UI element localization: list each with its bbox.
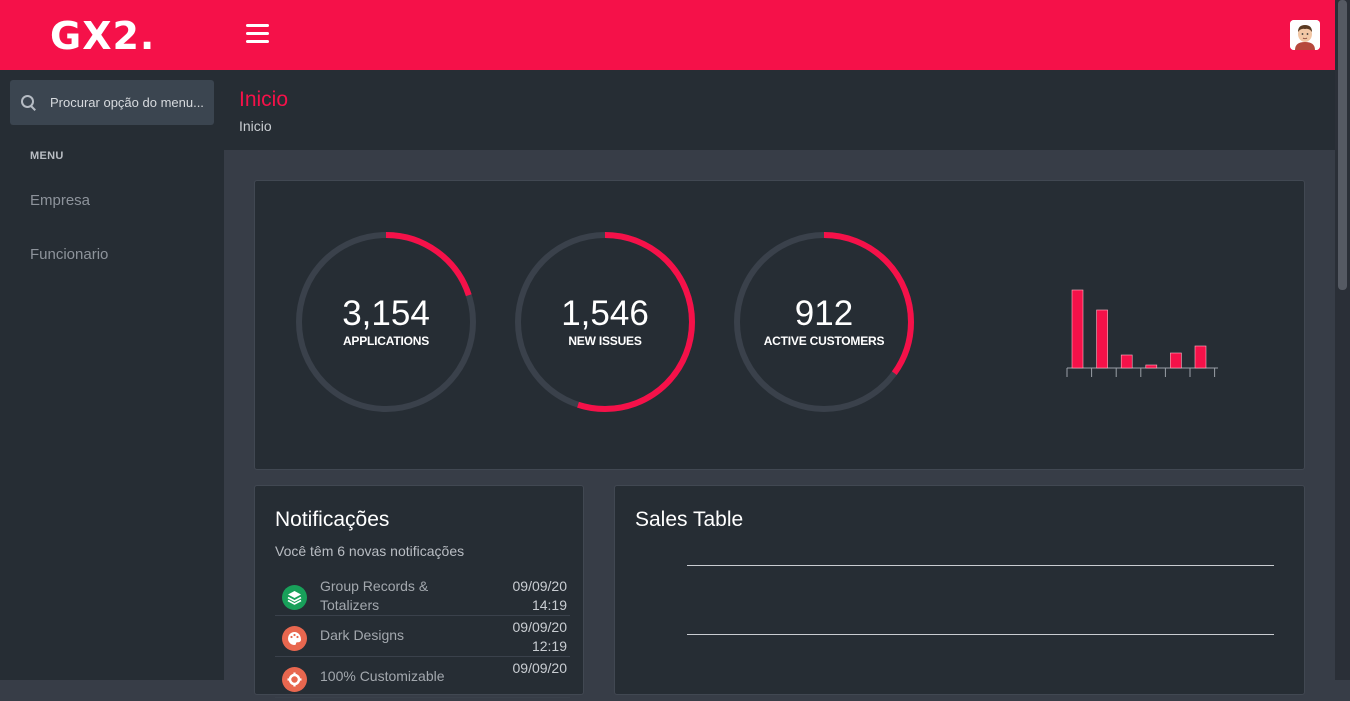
notification-date: 09/09/20: [512, 578, 568, 594]
notification-datetime: 09/09/20 14:19: [513, 577, 568, 615]
sales-table-gridline: [687, 565, 1274, 566]
palette-icon: [282, 626, 307, 651]
sidebar-item-empresa[interactable]: Empresa: [30, 192, 90, 209]
sales-table-title: Sales Table: [635, 508, 744, 531]
user-avatar-icon[interactable]: [1290, 20, 1320, 50]
notification-date: 09/09/20: [512, 619, 568, 635]
page-header: Inicio Inicio: [224, 70, 1335, 150]
chart-bar[interactable]: [1071, 289, 1084, 369]
notification-item[interactable]: Group Records & Totalizers 09/09/20 14:19: [275, 575, 570, 616]
notifications-card: Notificações Você têm 6 novas notificaçõ…: [254, 485, 584, 698]
stat-label: NEW ISSUES: [568, 334, 642, 348]
notification-text: Group Records & Totalizers: [320, 578, 429, 613]
notification-datetime: 09/09/20: [513, 659, 568, 678]
notification-item[interactable]: 100% Customizable 09/09/20: [275, 657, 570, 698]
chart-bar[interactable]: [1170, 352, 1182, 369]
stat-label: ACTIVE CUSTOMERS: [763, 334, 885, 348]
stat-value: 912: [794, 294, 854, 333]
hamburger-icon[interactable]: [246, 24, 269, 44]
chart-bar[interactable]: [1120, 354, 1133, 369]
page-title: Inicio: [239, 88, 289, 111]
notification-text: 100% Customizable: [320, 668, 445, 684]
top-navbar: GX2.: [0, 0, 1335, 70]
menu-search-box[interactable]: [10, 80, 214, 125]
layers-icon: [282, 585, 307, 610]
menu-section-header: MENU: [30, 150, 64, 162]
notification-time: 12:19: [531, 638, 567, 654]
chart-bar[interactable]: [1194, 345, 1207, 369]
notifications-subtitle: Você têm 6 novas notificações: [275, 543, 465, 559]
notification-time: 14:19: [531, 597, 567, 613]
scrollbar-thumb[interactable]: [1338, 0, 1347, 290]
stat-label: APPLICATIONS: [342, 334, 430, 348]
gauge-active-customers: 912 ACTIVE CUSTOMERS: [732, 230, 916, 414]
stat-value: 1,546: [561, 294, 649, 333]
menu-search-input[interactable]: [50, 95, 210, 110]
brand-logo[interactable]: GX2.: [50, 14, 155, 58]
gauge-applications: 3,154 APPLICATIONS: [294, 230, 478, 414]
sidebar: MENU Empresa Funcionario: [0, 70, 224, 680]
gauge-new-issues: 1,546 NEW ISSUES: [513, 230, 697, 414]
chart-bar[interactable]: [1145, 364, 1158, 369]
mini-bar-chart: [1066, 289, 1218, 377]
breadcrumb[interactable]: Inicio: [239, 118, 272, 134]
page-scrollbar[interactable]: [1335, 0, 1350, 680]
sales-table-gridline: [687, 634, 1274, 635]
notifications-title: Notificações: [275, 508, 390, 531]
search-icon: [20, 94, 38, 112]
sidebar-item-funcionario[interactable]: Funcionario: [30, 246, 108, 263]
chart-bar[interactable]: [1096, 309, 1108, 369]
notification-datetime: 09/09/20 12:19: [513, 618, 568, 656]
stat-value: 3,154: [342, 294, 430, 333]
sales-table-card: Sales Table: [614, 485, 1305, 695]
notification-date: 09/09/20: [512, 660, 568, 676]
notification-item[interactable]: Dark Designs 09/09/20 12:19: [275, 616, 570, 657]
stats-card: 3,154 APPLICATIONS 1,546 NEW ISSUES 912 …: [254, 180, 1305, 470]
notification-text: Dark Designs: [320, 627, 405, 643]
